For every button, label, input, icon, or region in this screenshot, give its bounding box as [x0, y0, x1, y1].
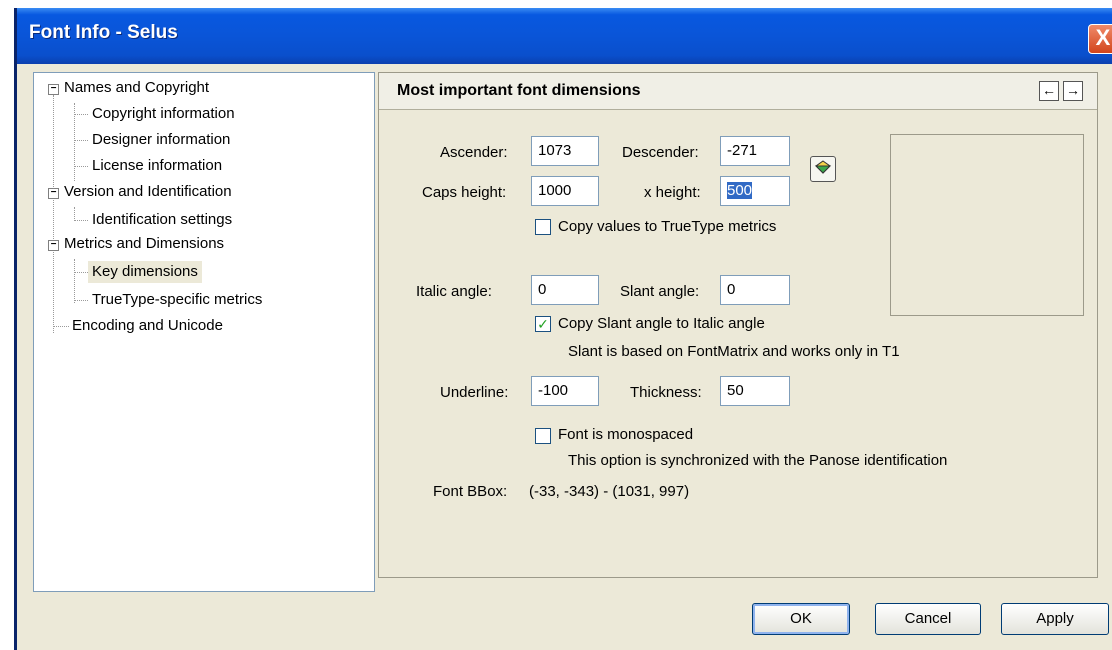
- tree-item-names-and-copyright[interactable]: Names and Copyright: [64, 77, 209, 99]
- collapse-icon[interactable]: −: [48, 84, 59, 95]
- tree-item-license-information[interactable]: License information: [92, 155, 222, 177]
- panel-title: Most important font dimensions: [397, 82, 641, 99]
- tree-item-key-dimensions[interactable]: Key dimensions: [88, 261, 202, 283]
- caps-height-label: Caps height:: [422, 184, 507, 201]
- font-preview-box: [890, 134, 1084, 316]
- x-height-input[interactable]: 500: [720, 176, 790, 206]
- tree-connector: [74, 272, 88, 273]
- bbox-label: Font BBox:: [433, 483, 508, 500]
- descender-input[interactable]: -271: [720, 136, 790, 166]
- title-bar[interactable]: Font Info - Selus X: [17, 8, 1112, 64]
- tree-item-designer-information[interactable]: Designer information: [92, 129, 230, 151]
- ok-button[interactable]: OK: [752, 603, 850, 635]
- copy-truetype-label[interactable]: Copy values to TrueType metrics: [558, 218, 776, 235]
- tree-connector: [74, 140, 88, 141]
- diamond-icon: [814, 160, 832, 174]
- tree-item-identification-settings[interactable]: Identification settings: [92, 209, 232, 231]
- underline-label: Underline:: [440, 384, 509, 401]
- slant-note: Slant is based on FontMatrix and works o…: [568, 343, 900, 360]
- category-tree[interactable]: − Names and Copyright Copyright informat…: [33, 72, 375, 592]
- cancel-button[interactable]: Cancel: [875, 603, 981, 635]
- ascender-input[interactable]: 1073: [531, 136, 599, 166]
- caps-height-input[interactable]: 1000: [531, 176, 599, 206]
- tree-item-version-and-identification[interactable]: Version and Identification: [64, 181, 232, 203]
- arrow-left-icon[interactable]: ←: [1039, 81, 1059, 101]
- apply-button[interactable]: Apply: [1001, 603, 1109, 635]
- monospaced-checkbox[interactable]: [535, 428, 551, 444]
- thickness-label: Thickness:: [630, 384, 702, 401]
- slant-angle-input[interactable]: 0: [720, 275, 790, 305]
- x-height-label: x height:: [644, 184, 701, 201]
- collapse-icon[interactable]: −: [48, 188, 59, 199]
- tree-connector: [74, 166, 88, 167]
- copy-slant-checkbox[interactable]: ✓: [535, 316, 551, 332]
- tree-connector: [74, 300, 88, 301]
- slant-angle-label: Slant angle:: [620, 283, 700, 300]
- tree-connector: [74, 114, 88, 115]
- window-title: Font Info - Selus: [29, 22, 178, 43]
- tree-item-truetype-specific-metrics[interactable]: TrueType-specific metrics: [92, 289, 262, 311]
- tree-connector: [53, 326, 69, 327]
- tree-guide-version: [74, 207, 75, 221]
- collapse-icon[interactable]: −: [48, 240, 59, 251]
- close-button[interactable]: X: [1088, 24, 1112, 54]
- apply-metrics-button[interactable]: [810, 156, 836, 182]
- tree-item-metrics-and-dimensions[interactable]: Metrics and Dimensions: [64, 233, 224, 255]
- monospaced-note: This option is synchronized with the Pan…: [568, 452, 948, 469]
- descender-label: Descender:: [622, 144, 699, 161]
- monospaced-label[interactable]: Font is monospaced: [558, 426, 693, 443]
- italic-angle-label: Italic angle:: [416, 283, 492, 300]
- copy-truetype-checkbox[interactable]: [535, 219, 551, 235]
- arrow-right-icon[interactable]: →: [1063, 81, 1083, 101]
- italic-angle-input[interactable]: 0: [531, 275, 599, 305]
- tree-connector: [74, 220, 88, 221]
- bbox-value: (-33, -343) - (1031, 997): [529, 483, 690, 500]
- tree-guide-metrics: [74, 259, 75, 303]
- ascender-label: Ascender:: [440, 144, 508, 161]
- x-height-selected-value: 500: [727, 182, 753, 199]
- underline-input[interactable]: -100: [531, 376, 599, 406]
- tree-guide-root: [53, 95, 54, 333]
- thickness-input[interactable]: 50: [720, 376, 790, 406]
- panel-header: Most important font dimensions ← →: [379, 73, 1097, 110]
- copy-slant-label[interactable]: Copy Slant angle to Italic angle: [558, 315, 765, 332]
- tree-item-encoding-and-unicode[interactable]: Encoding and Unicode: [72, 315, 223, 337]
- tree-item-copyright-information[interactable]: Copyright information: [92, 103, 235, 125]
